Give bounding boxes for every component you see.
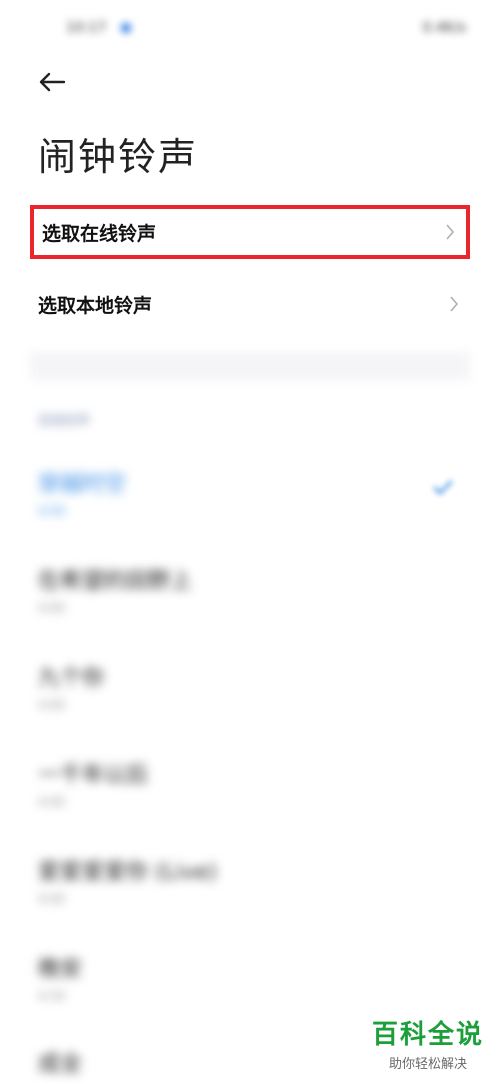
back-arrow-icon: [39, 72, 66, 92]
status-right-area: 0.4K/s: [423, 20, 466, 36]
online-ringtone-option[interactable]: 选取在线铃声: [30, 205, 470, 259]
status-time-area: 10:17: [66, 20, 131, 36]
local-ringtone-option[interactable]: 选取本地铃声: [30, 277, 470, 331]
song-subtitle: 4:00: [38, 892, 65, 906]
chevron-right-icon: [446, 295, 462, 313]
song-name: 一千年以后: [38, 763, 149, 788]
network-speed: 0.4K/s: [422, 20, 466, 36]
back-button[interactable]: [34, 64, 70, 100]
song-subtitle: 4:00: [38, 795, 65, 809]
status-time: 10:17: [66, 20, 107, 36]
song-item[interactable]: 爱爱爱爱你 (Live) 4:00: [38, 854, 217, 906]
song-name: 九个你: [38, 666, 105, 691]
song-subtitle: 4:00: [38, 698, 65, 712]
section-divider: [30, 352, 470, 380]
song-subtitle: 4:30: [38, 989, 65, 1003]
song-item[interactable]: 成全: [38, 1046, 82, 1084]
song-name: 穿越时空: [38, 472, 127, 497]
online-ringtone-label: 选取在线铃声: [42, 222, 157, 245]
song-subtitle: 4:50: [38, 504, 65, 518]
watermark-main-text: 百科全说: [371, 1020, 484, 1050]
song-item[interactable]: 穿越时空 4:50: [38, 466, 126, 518]
song-item[interactable]: 九个你 4:00: [38, 660, 104, 712]
notification-dot-icon: [120, 23, 131, 33]
page-title: 闹钟铃声: [38, 135, 199, 179]
watermark-sub-text: 助你轻松解决: [388, 1057, 467, 1072]
local-ringtone-label: 选取本地铃声: [38, 294, 153, 317]
section-label: 系统铃声: [38, 414, 91, 429]
song-item[interactable]: 一千年以后 4:00: [38, 757, 148, 809]
song-name: 爱爱爱爱你 (Live): [38, 860, 218, 885]
song-name: 晚安: [38, 957, 83, 982]
song-name: 在希望的田野上: [38, 569, 193, 594]
watermark-logo: 百科全说 助你轻松解决: [372, 1014, 484, 1072]
selected-check-icon: [432, 478, 454, 500]
chevron-right-icon: [442, 223, 458, 241]
status-bar: 10:17 0.4K/s: [0, 0, 500, 60]
song-name: 成全: [38, 1052, 83, 1077]
song-item[interactable]: 晚安 4:30: [38, 951, 82, 1003]
song-item[interactable]: 在希望的田野上 4:00: [38, 563, 192, 615]
song-subtitle: 4:00: [38, 601, 65, 615]
